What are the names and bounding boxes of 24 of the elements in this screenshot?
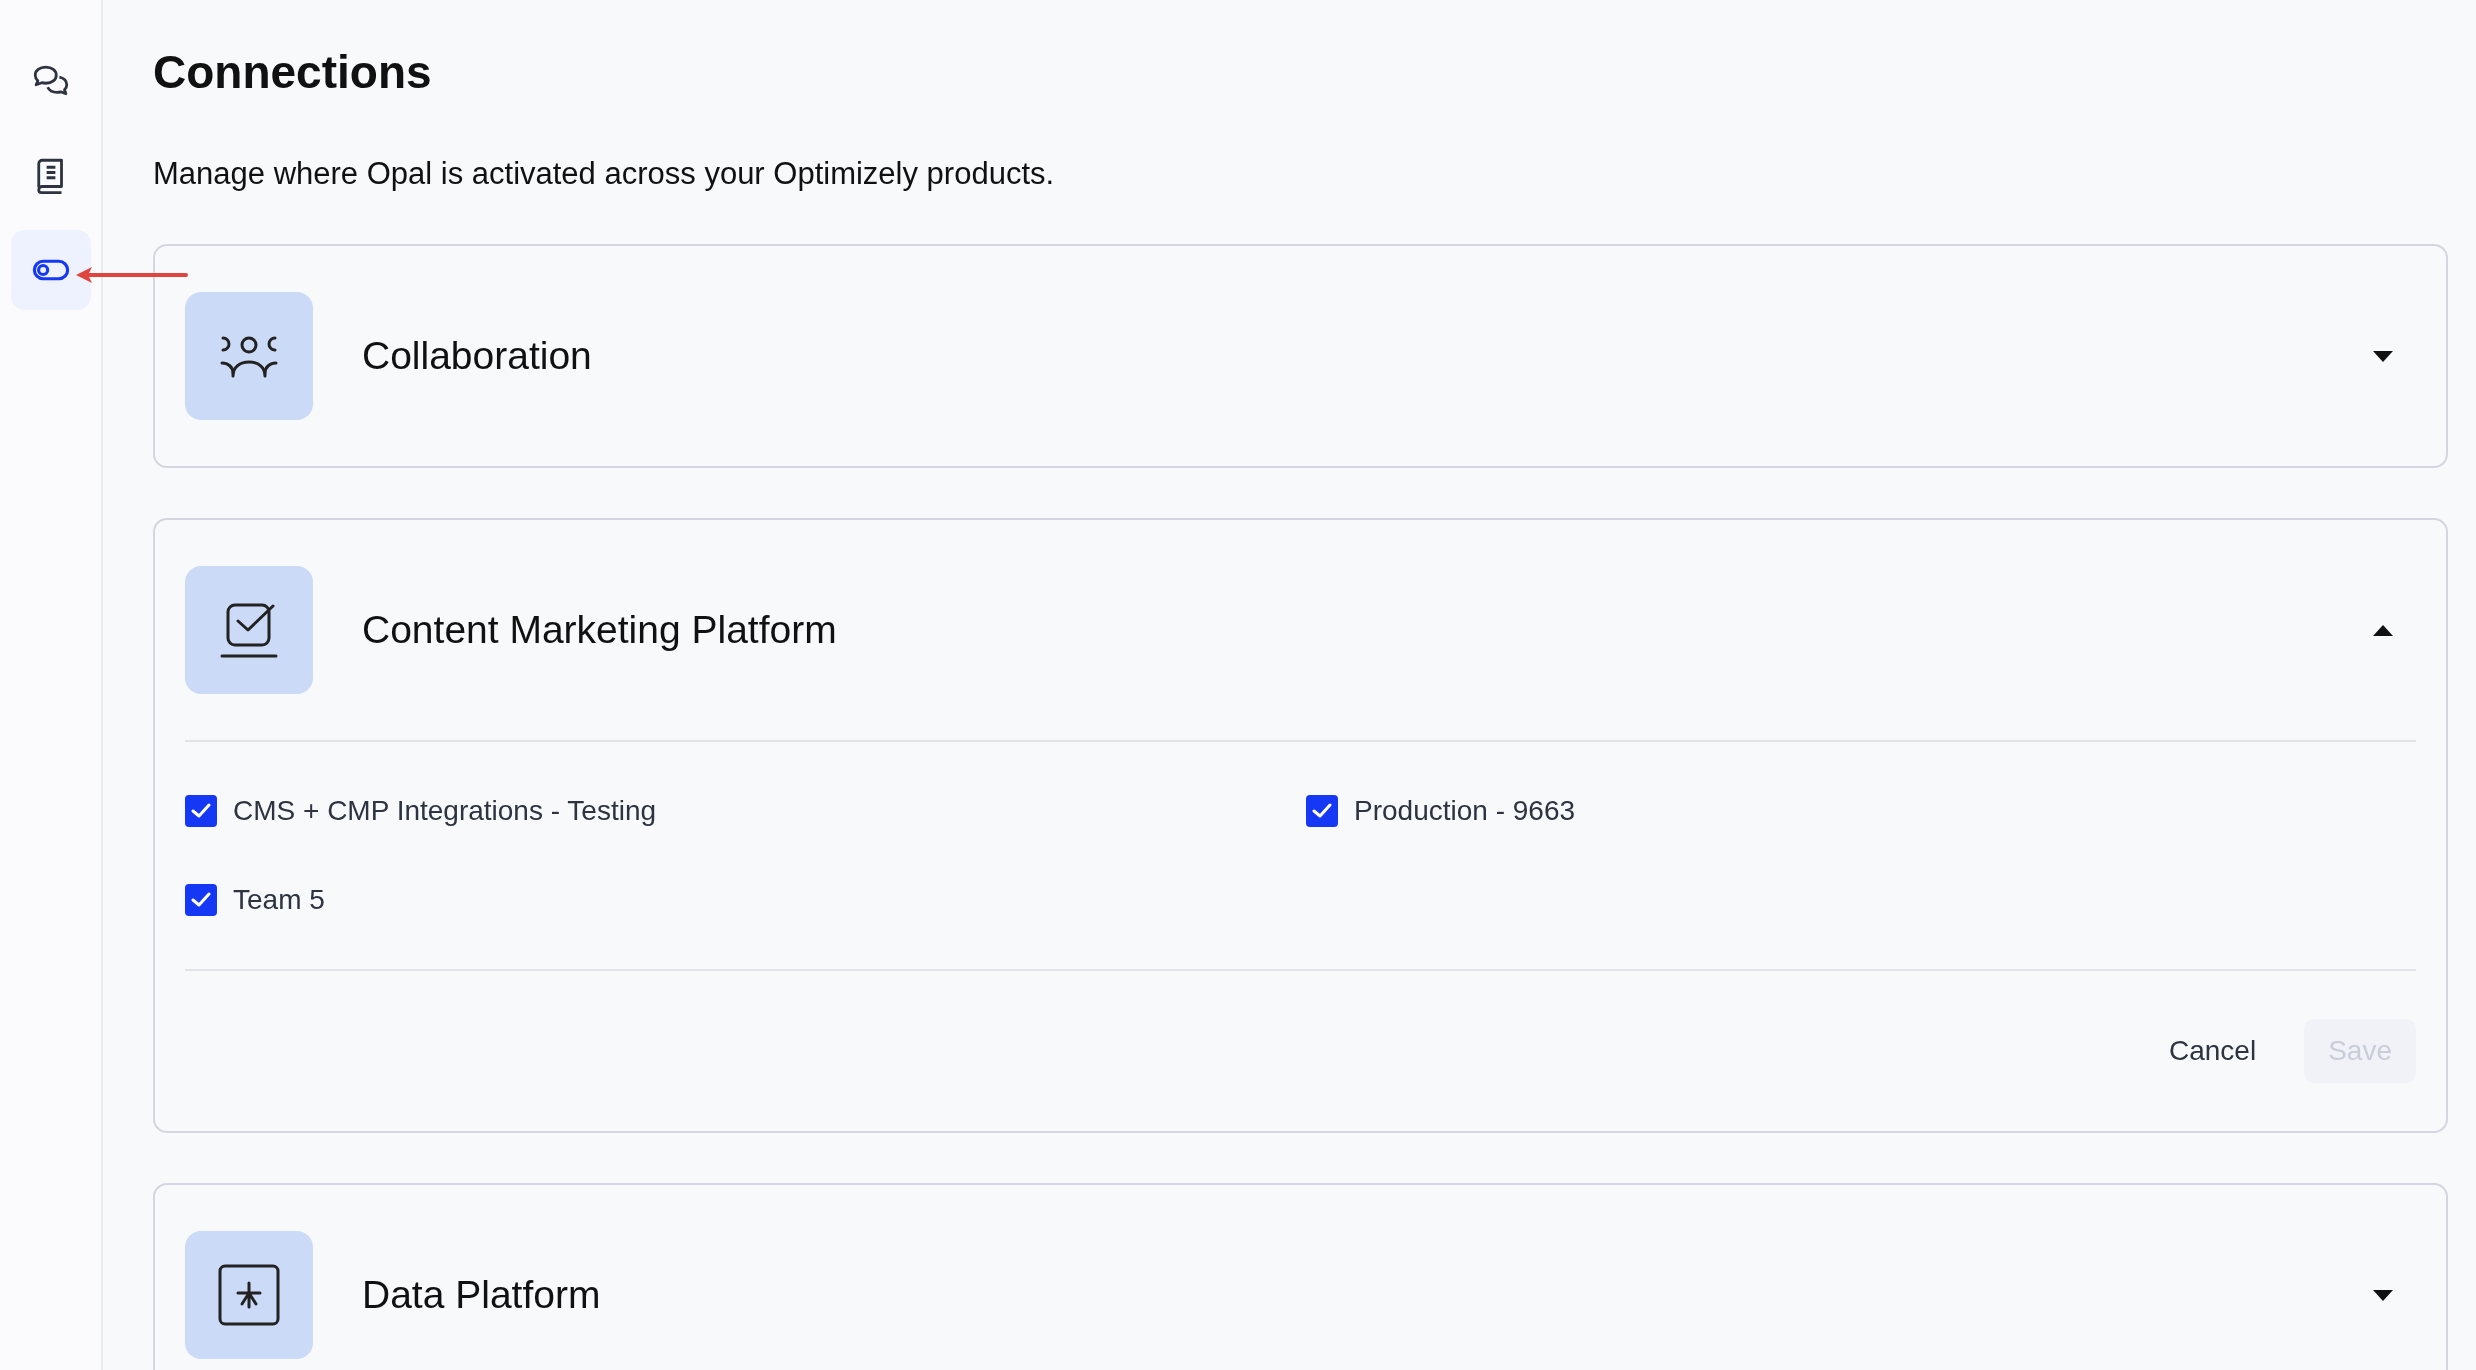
page-title: Connections — [153, 45, 432, 100]
checkmark-icon — [1312, 803, 1332, 819]
checkbox[interactable] — [185, 884, 217, 916]
accordion-header[interactable]: Data Platform — [185, 1185, 2416, 1370]
option-checkbox[interactable]: Team 5 — [185, 884, 1306, 916]
checkmark-icon — [191, 803, 211, 819]
caret-down-icon[interactable] — [2372, 1288, 2394, 1302]
cancel-button[interactable]: Cancel — [2145, 1019, 2281, 1083]
checkmark-icon — [191, 892, 211, 908]
accordion-header[interactable]: Collaboration — [185, 246, 2416, 466]
option-checkbox[interactable]: CMS + CMP Integrations - Testing — [185, 795, 1306, 827]
accordion-header[interactable]: Content Marketing Platform — [185, 520, 2416, 740]
caret-down-icon[interactable] — [2372, 349, 2394, 363]
product-title: Content Marketing Platform — [362, 606, 838, 653]
asterisk-square-icon — [218, 1264, 280, 1326]
product-title: Collaboration — [362, 332, 593, 379]
checkbox[interactable] — [185, 795, 217, 827]
checkbox-signature-icon — [220, 602, 278, 658]
option-checkbox[interactable]: Production - 9663 — [1306, 795, 2416, 827]
checkbox[interactable] — [1306, 795, 1338, 827]
caret-up-icon[interactable] — [2372, 623, 2394, 637]
sidebar-nav-button[interactable] — [10, 230, 91, 310]
page-description: Manage where Opal is activated across your Optimizely products. — [153, 155, 1055, 193]
product-title: Data Platform — [362, 1271, 602, 1318]
